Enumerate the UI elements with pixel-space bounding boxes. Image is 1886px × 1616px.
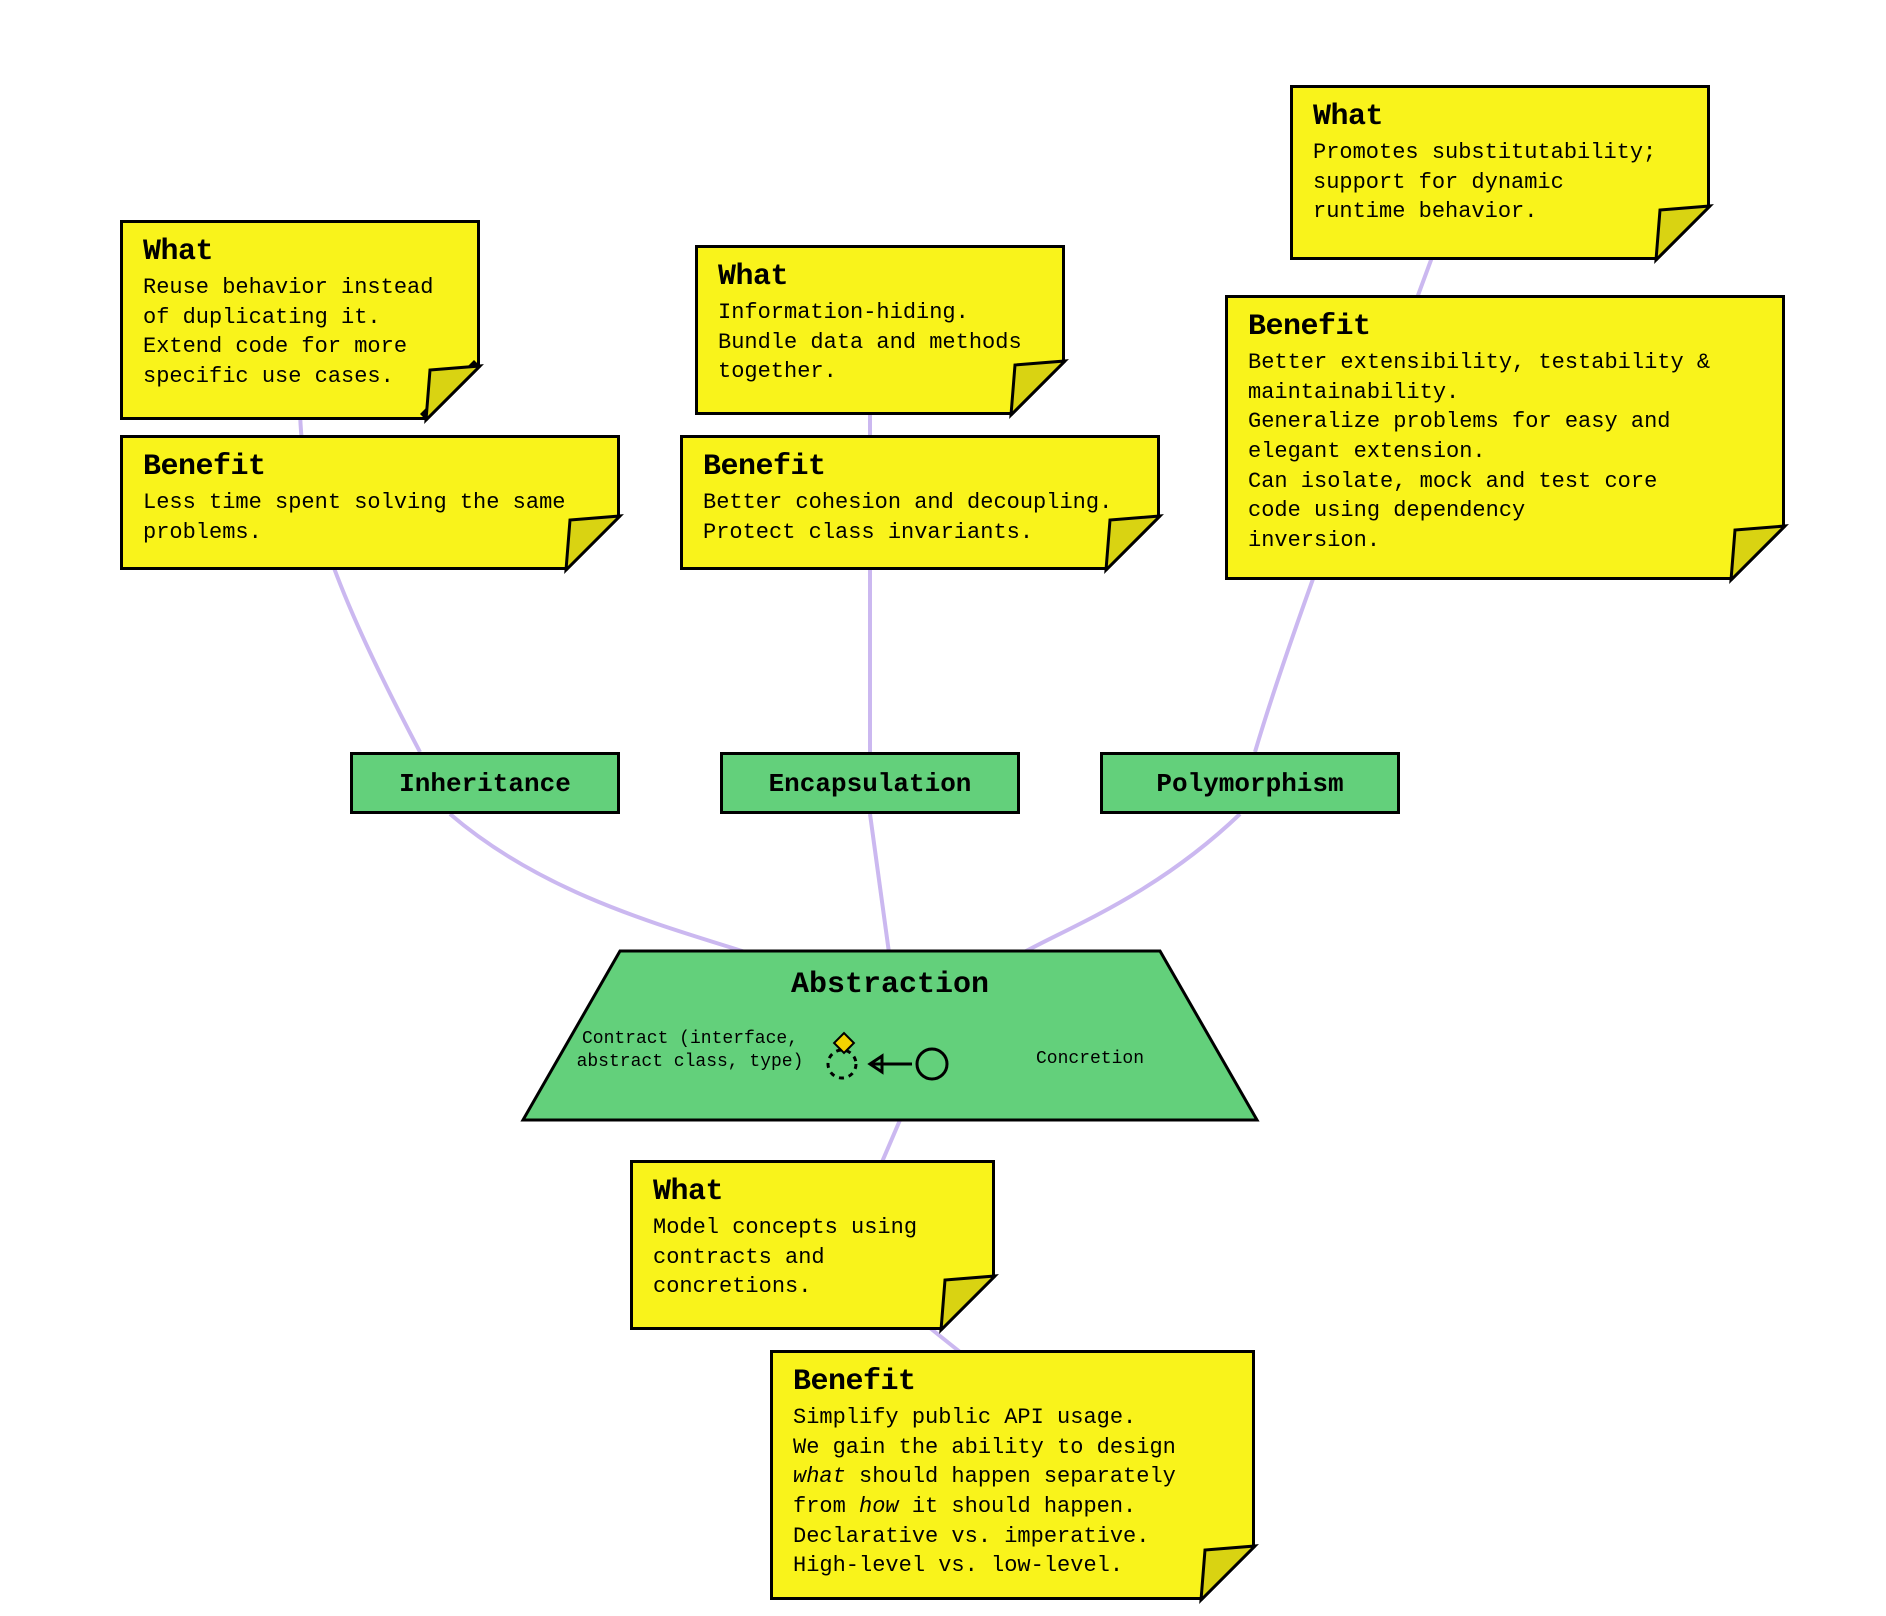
note-title: What	[653, 1175, 972, 1209]
note-title: Benefit	[1248, 310, 1762, 344]
note-title: Benefit	[793, 1365, 1232, 1399]
note-body: Reuse behavior instead of duplicating it…	[143, 273, 457, 392]
abstraction-concretion-label: Concretion	[1000, 1048, 1180, 1071]
contract-concretion-icon	[820, 1026, 980, 1086]
note-inheritance-benefit: Benefit Less time spent solving the same…	[120, 435, 620, 570]
pillar-label: Polymorphism	[1156, 769, 1343, 799]
note-body: Information-hiding. Bundle data and meth…	[718, 298, 1042, 387]
note-inheritance-what: What Reuse behavior instead of duplicati…	[120, 220, 480, 420]
note-encapsulation-benefit: Benefit Better cohesion and decoupling. …	[680, 435, 1160, 570]
pillar-inheritance: Inheritance	[350, 752, 620, 814]
note-title: Benefit	[703, 450, 1137, 484]
note-body: Better cohesion and decoupling. Protect …	[703, 488, 1137, 547]
note-polymorphism-benefit: Benefit Better extensibility, testabilit…	[1225, 295, 1785, 580]
note-abstraction-benefit: Benefit Simplify public API usage.We gai…	[770, 1350, 1255, 1600]
diagram-canvas: What Reuse behavior instead of duplicati…	[0, 0, 1886, 1616]
abstraction-base: Abstraction Contract (interface, abstrac…	[520, 948, 1260, 1123]
note-abstraction-what: What Model concepts using contracts and …	[630, 1160, 995, 1330]
note-body: Less time spent solving the same problem…	[143, 488, 597, 547]
abstraction-contract-label: Contract (interface, abstract class, typ…	[560, 1028, 820, 1073]
note-title: Benefit	[143, 450, 597, 484]
note-polymorphism-what: What Promotes substitutability; support …	[1290, 85, 1710, 260]
note-body: Better extensibility, testability & main…	[1248, 348, 1762, 556]
note-encapsulation-what: What Information-hiding. Bundle data and…	[695, 245, 1065, 415]
pillar-label: Encapsulation	[769, 769, 972, 799]
note-title: What	[143, 235, 457, 269]
note-title: What	[1313, 100, 1687, 134]
pillar-encapsulation: Encapsulation	[720, 752, 1020, 814]
pillar-label: Inheritance	[399, 769, 571, 799]
note-body: Model concepts using contracts and concr…	[653, 1213, 972, 1302]
pillar-polymorphism: Polymorphism	[1100, 752, 1400, 814]
note-title: What	[718, 260, 1042, 294]
note-body: Simplify public API usage.We gain the ab…	[793, 1403, 1232, 1581]
abstraction-title: Abstraction	[520, 968, 1260, 1002]
note-body: Promotes substitutability; support for d…	[1313, 138, 1687, 227]
